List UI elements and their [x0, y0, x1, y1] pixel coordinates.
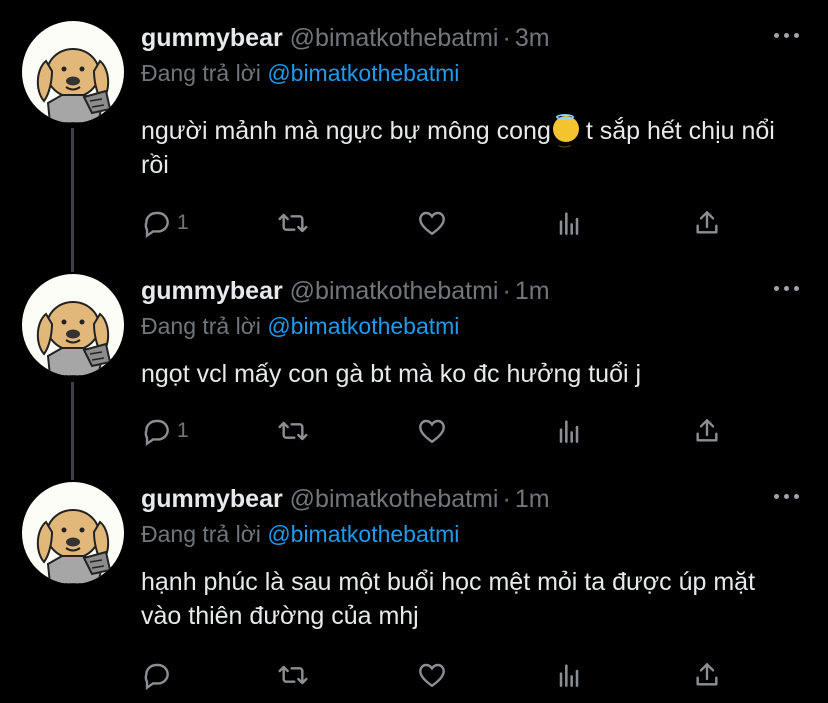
mention-link[interactable]: @bimatkothebatmi — [267, 521, 459, 547]
timestamp[interactable]: 1m — [515, 277, 550, 305]
retweet-button[interactable] — [277, 413, 309, 449]
action-bar: 1 — [141, 413, 741, 449]
like-button[interactable] — [416, 413, 448, 449]
retweet-button[interactable] — [277, 205, 309, 241]
tweet[interactable]: gummybear @bimatkothebatmi · 3m Đang trả l… — [0, 21, 828, 251]
timestamp[interactable]: 1m — [515, 485, 550, 513]
share-icon — [696, 211, 718, 234]
more-options-icon[interactable] — [774, 33, 800, 41]
user-handle[interactable]: @bimatkothebatmi — [290, 485, 499, 513]
share-icon — [696, 663, 718, 686]
mention-link[interactable]: @bimatkothebatmi — [267, 60, 459, 86]
reply-bubble-icon — [144, 211, 169, 238]
reply-count: 1 — [177, 211, 189, 234]
tweet-text: hạnh phúc là sau một buổi học mệt mỏi ta… — [141, 568, 756, 630]
share-button[interactable] — [691, 413, 723, 449]
tweet[interactable]: gummybear @bimatkothebatmi · 1m Đang trả l… — [0, 274, 828, 464]
share-button[interactable] — [691, 657, 723, 693]
user-handle[interactable]: @bimatkothebatmi — [290, 24, 499, 52]
separator-dot: · — [502, 485, 511, 513]
retweet-icon — [278, 421, 308, 441]
tweet[interactable]: gummybear @bimatkothebatmi · 1m Đang trả l… — [0, 482, 828, 703]
retweet-icon — [278, 213, 308, 233]
display-name[interactable]: gummybear — [141, 24, 283, 52]
display-name[interactable]: gummybear — [141, 485, 283, 513]
tweet-text: ngọt vcl mấy con gà bt mà ko đc hưởng tu… — [141, 360, 642, 388]
reply-count: 1 — [177, 419, 189, 442]
reply-button[interactable]: 1 — [141, 413, 189, 449]
share-button[interactable] — [691, 205, 723, 241]
retweet-icon — [278, 665, 308, 685]
reply-bubble-icon — [144, 663, 169, 690]
replying-to-label: Đang trả lời — [141, 313, 261, 339]
timestamp[interactable]: 3m — [515, 24, 550, 52]
action-bar: 1 — [141, 205, 741, 241]
tweet-text-part: người mảnh mà ngực bự mông cong — [141, 117, 551, 145]
more-options-icon[interactable] — [774, 494, 800, 502]
replying-to-label: Đang trả lời — [141, 60, 261, 86]
avatar[interactable] — [22, 274, 124, 376]
analytics-button[interactable] — [553, 413, 585, 449]
tweet-header: gummybear @bimatkothebatmi · 1m — [141, 274, 550, 308]
display-name[interactable]: gummybear — [141, 277, 283, 305]
analytics-icon — [559, 420, 579, 443]
analytics-button[interactable] — [553, 657, 585, 693]
avatar[interactable] — [22, 482, 124, 584]
like-button[interactable] — [416, 657, 448, 693]
heart-icon — [419, 211, 445, 236]
retweet-button[interactable] — [277, 657, 309, 693]
replying-to-label: Đang trả lời — [141, 521, 261, 547]
replying-to: Đang trả lời @bimatkothebatmi — [141, 56, 459, 90]
mention-link[interactable]: @bimatkothebatmi — [267, 313, 459, 339]
analytics-icon — [559, 664, 579, 687]
analytics-icon — [559, 212, 579, 235]
more-options-icon[interactable] — [774, 286, 800, 294]
smiling-face-with-halo-icon — [552, 114, 579, 156]
like-button[interactable] — [416, 205, 448, 241]
heart-icon — [419, 663, 445, 688]
avatar[interactable] — [22, 21, 124, 123]
replying-to: Đang trả lời @bimatkothebatmi — [141, 517, 459, 551]
tweet-header: gummybear @bimatkothebatmi · 1m — [141, 482, 550, 516]
user-handle[interactable]: @bimatkothebatmi — [290, 277, 499, 305]
replying-to: Đang trả lời @bimatkothebatmi — [141, 309, 459, 343]
heart-icon — [419, 419, 445, 444]
separator-dot: · — [502, 277, 511, 305]
reply-button[interactable]: 1 — [141, 205, 189, 241]
tweet-text: người mảnh mà ngực bự mông cong t sắp hế… — [141, 114, 801, 182]
share-icon — [696, 419, 718, 442]
action-bar — [141, 657, 741, 693]
reply-button[interactable] — [141, 657, 177, 693]
tweet-header: gummybear @bimatkothebatmi · 3m — [141, 21, 550, 55]
separator-dot: · — [502, 24, 511, 52]
analytics-button[interactable] — [553, 205, 585, 241]
reply-bubble-icon — [144, 419, 169, 446]
